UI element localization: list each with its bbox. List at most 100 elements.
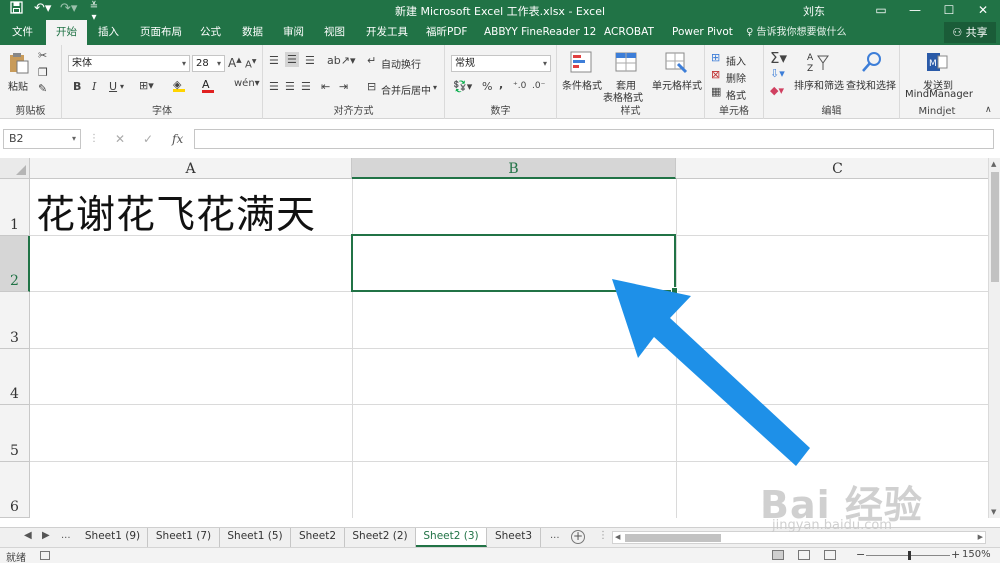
cell-styles-icon[interactable] — [664, 50, 688, 74]
sheet-tab[interactable]: Sheet2 (2) — [345, 528, 416, 547]
scroll-left-icon[interactable]: ◀ — [615, 532, 620, 543]
paste-icon[interactable] — [7, 51, 31, 75]
sheet-tab[interactable]: Sheet1 (9) — [78, 528, 148, 547]
font-size-combo[interactable]: 28 ▾ — [192, 55, 225, 72]
chevron-down-icon[interactable]: ▾ — [120, 82, 124, 91]
close-icon[interactable]: ✕ — [966, 0, 1000, 20]
orientation-icon[interactable]: ab↗▾ — [327, 54, 355, 67]
cell-a1[interactable]: 花谢花飞花满天 — [36, 184, 316, 240]
tab-split-icon[interactable]: ⋮ — [598, 530, 608, 541]
merge-center-icon[interactable]: ⊟ — [367, 80, 376, 93]
mindmanager-icon[interactable]: M — [925, 50, 949, 74]
underline-button[interactable]: U — [109, 80, 117, 93]
autosum-icon[interactable]: Σ▾ — [770, 49, 787, 67]
chevron-down-icon[interactable]: ▾ — [433, 83, 437, 92]
formula-input[interactable] — [194, 129, 994, 149]
tab-developer[interactable]: 开发工具 — [356, 20, 418, 45]
percent-button[interactable]: % — [482, 80, 492, 93]
increase-indent-icon[interactable]: ⇥ — [339, 80, 348, 93]
sheet-tab-active[interactable]: Sheet2 (3) — [416, 528, 487, 547]
send-to-line2[interactable]: MindManager — [905, 89, 973, 100]
select-all-corner[interactable] — [0, 158, 30, 179]
page-break-view-icon[interactable] — [824, 550, 836, 560]
sort-filter-icon[interactable]: AZ — [806, 50, 830, 74]
format-as-table-icon[interactable] — [614, 50, 638, 74]
align-top-icon[interactable]: ☰ — [269, 54, 279, 67]
page-layout-view-icon[interactable] — [798, 550, 810, 560]
tab-home[interactable]: 开始 — [46, 20, 87, 45]
format-cells-icon[interactable]: ▦ — [711, 85, 721, 98]
collapse-ribbon-icon[interactable]: ∧ — [985, 105, 992, 115]
tell-me-box[interactable]: ♀ 告诉我你想要做什么 — [746, 20, 847, 45]
normal-view-icon[interactable] — [772, 550, 784, 560]
tab-file[interactable]: 文件 — [2, 20, 43, 45]
wrap-text-button[interactable]: 自动换行 — [381, 56, 421, 71]
row-header-2[interactable]: 2 — [0, 236, 30, 292]
sheet-tab[interactable]: Sheet1 (7) — [148, 528, 220, 547]
macro-record-icon[interactable] — [40, 551, 50, 560]
phonetic-icon[interactable]: wén▾ — [234, 78, 260, 89]
clear-icon[interactable]: ◆▾ — [770, 84, 784, 97]
maximize-icon[interactable]: ☐ — [932, 0, 966, 20]
decrease-decimal-icon[interactable]: .0⁻ — [532, 81, 545, 91]
italic-button[interactable]: I — [92, 80, 96, 93]
column-header-c[interactable]: C — [676, 158, 988, 179]
tab-review[interactable]: 审阅 — [273, 20, 314, 45]
minimize-icon[interactable]: — — [898, 0, 932, 20]
align-center-icon[interactable]: ☰ — [285, 80, 295, 93]
comma-button[interactable]: , — [499, 78, 503, 91]
border-icon[interactable]: ⊞▾ — [139, 79, 154, 92]
zoom-slider-knob[interactable] — [908, 551, 911, 560]
conditional-format-button[interactable]: 条件格式 — [562, 77, 602, 92]
decrease-indent-icon[interactable]: ⇤ — [321, 80, 330, 93]
selected-cell-b2[interactable] — [351, 234, 678, 294]
sort-filter-button[interactable]: 排序和筛选 — [794, 77, 844, 92]
column-header-a[interactable]: A — [30, 158, 352, 179]
align-middle-icon[interactable]: ☰ — [285, 52, 299, 67]
row-header-6[interactable]: 6 — [0, 462, 30, 518]
user-name[interactable]: 刘东 — [803, 3, 825, 19]
fill-color-icon[interactable]: ◈ — [173, 78, 185, 92]
format-painter-icon[interactable]: ✎ — [38, 82, 47, 95]
delete-cells-icon[interactable]: ⊠ — [711, 68, 720, 81]
tab-acrobat[interactable]: ACROBAT — [594, 20, 664, 45]
add-sheet-icon[interactable]: + — [571, 530, 585, 544]
zoom-in-icon[interactable]: + — [951, 548, 960, 561]
zoom-level[interactable]: 150% — [962, 549, 991, 560]
tab-page-layout[interactable]: 页面布局 — [130, 20, 192, 45]
insert-function-icon[interactable]: fx — [172, 132, 183, 146]
name-box[interactable]: B2 ▾ — [3, 129, 81, 149]
row-header-5[interactable]: 5 — [0, 405, 30, 462]
align-bottom-icon[interactable]: ☰ — [305, 54, 315, 67]
scroll-right-icon[interactable]: ▶ — [978, 532, 983, 543]
grow-font-icon[interactable]: A▲ — [228, 56, 242, 70]
share-button[interactable]: ⚇ 共享 — [944, 22, 996, 43]
horizontal-scroll-thumb[interactable] — [625, 534, 721, 542]
row-header-4[interactable]: 4 — [0, 349, 30, 405]
cancel-icon[interactable]: ✕ — [115, 132, 125, 146]
insert-cells-icon[interactable]: ⊞ — [711, 51, 720, 64]
font-color-icon[interactable]: A — [202, 78, 214, 93]
row-header-3[interactable]: 3 — [0, 292, 30, 349]
increase-decimal-icon[interactable]: ⁺.0 — [513, 81, 526, 91]
row-header-1[interactable]: 1 — [0, 179, 30, 236]
ribbon-display-icon[interactable]: ▭ — [864, 0, 898, 20]
wrap-text-icon[interactable]: ↵ — [367, 54, 376, 67]
sheet-overflow-right[interactable]: ... — [550, 530, 560, 541]
sheet-tab[interactable]: Sheet1 (5) — [220, 528, 291, 547]
formula-bar-grip-icon[interactable]: ⋮ — [89, 133, 99, 144]
font-name-combo[interactable]: 宋体 ▾ — [68, 55, 190, 72]
merge-center-button[interactable]: 合并后居中 — [381, 82, 431, 97]
format-button[interactable]: 格式 — [726, 87, 746, 102]
conditional-format-icon[interactable] — [569, 50, 593, 74]
sheet-tab[interactable]: Sheet3 — [487, 528, 541, 547]
insert-button[interactable]: 插入 — [726, 53, 746, 68]
vertical-scroll-thumb[interactable] — [991, 172, 999, 282]
tab-power-pivot[interactable]: Power Pivot — [662, 20, 743, 45]
tab-view[interactable]: 视图 — [314, 20, 355, 45]
zoom-out-icon[interactable]: − — [856, 548, 865, 561]
tab-formulas[interactable]: 公式 — [190, 20, 231, 45]
find-select-button[interactable]: 查找和选择 — [846, 77, 896, 92]
sheet-overflow-left[interactable]: ... — [61, 530, 71, 541]
next-sheet-icon[interactable]: ▶ — [42, 530, 50, 541]
